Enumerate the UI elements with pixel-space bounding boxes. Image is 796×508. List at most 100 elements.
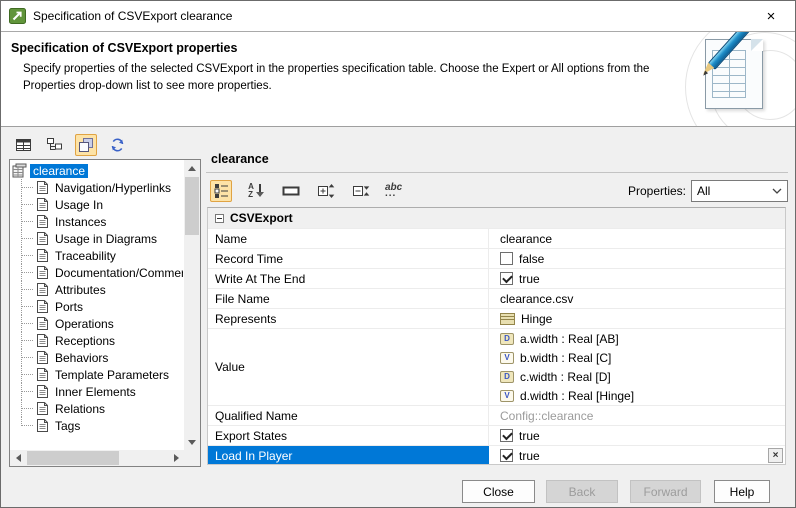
divider [206,172,788,173]
tree-item-label: Template Parameters [55,367,170,382]
page-node-icon [37,215,48,228]
property-row-represents: Represents Hinge [208,309,785,329]
value-list-item[interactable]: V d.width : Real [Hinge] [500,386,634,405]
tree-item[interactable]: Template Parameters [12,366,183,383]
property-value: true [519,428,540,443]
tree-item[interactable]: Usage In [12,196,183,213]
table-view-icon[interactable] [13,134,35,156]
description-area-icon[interactable] [280,180,302,202]
page-node-icon [37,351,48,364]
value-list-item[interactable]: D c.width : Real [D] [500,367,611,386]
tree-item[interactable]: Documentation/Commer [12,264,183,281]
value-item-text: c.width : Real [D] [520,369,611,384]
checkbox[interactable] [500,272,513,285]
block-element-icon [500,312,515,325]
property-label: Load In Player [208,446,489,464]
tree-toolbar [13,131,128,158]
page-node-icon [37,300,48,313]
collapse-nodes-icon[interactable] [350,180,372,202]
scroll-right-icon[interactable] [168,450,184,466]
page-node-icon [37,249,48,262]
tree-item[interactable]: Instances [12,213,183,230]
tree-horizontal-scrollbar[interactable] [10,450,184,466]
element-tree: clearance Navigation/Hyperlinks Usage In… [12,162,183,449]
page-node-icon [37,283,48,296]
value-property-icon: V [500,351,514,364]
tree-item-label: Tags [55,418,81,433]
property-value-cell: true [489,269,785,288]
page-node-icon [37,419,48,432]
property-value: Hinge [521,311,553,326]
tree-item[interactable]: Usage in Diagrams [12,230,183,247]
tree-item[interactable]: Navigation/Hyperlinks [12,179,183,196]
page-node-icon [37,181,48,194]
collapse-group-icon[interactable] [215,213,224,223]
tree-item-label: Documentation/Commer [55,265,183,280]
show-full-names-icon[interactable]: abc ... [385,180,407,202]
close-button[interactable]: Close [462,480,535,503]
help-button[interactable]: Help [714,480,770,503]
expand-nodes-icon[interactable] [315,180,337,202]
tree-item-label: Operations [55,316,114,331]
tree-view-icon[interactable] [44,134,66,156]
value-list-item[interactable]: V b.width : Real [C] [500,348,611,367]
value-item-text: d.width : Real [Hinge] [520,388,635,403]
value-list-item[interactable]: D a.width : Real [AB] [500,329,619,348]
tree-item[interactable]: Behaviors [12,349,183,366]
property-row-file-name: File Name clearance.csv [208,289,785,309]
window-title: Specification of CSVExport clearance [33,9,233,23]
tree-item[interactable]: Attributes [12,281,183,298]
property-row-record-time: Record Time false [208,249,785,269]
specification-dialog: Specification of CSVExport clearance × S… [0,0,796,508]
checkbox[interactable] [500,449,513,462]
property-value: false [519,251,545,266]
close-icon[interactable]: × [755,1,787,31]
reset-value-icon[interactable]: × [768,448,783,463]
page-node-icon [37,334,48,347]
forward-button: Forward [630,480,701,503]
tree-item[interactable]: Traceability [12,247,183,264]
checkbox[interactable] [500,252,513,265]
tree-item[interactable]: Relations [12,400,183,417]
property-value-cell[interactable]: clearance [489,229,785,248]
scroll-left-icon[interactable] [10,450,26,466]
tree-item[interactable]: Receptions [12,332,183,349]
tree-item-label: Usage In [55,197,104,212]
scrollbar-thumb[interactable] [185,177,199,235]
page-node-icon [37,232,48,245]
page-node-icon [37,317,48,330]
scroll-down-icon[interactable] [184,434,200,450]
property-row-qualified-name: Qualified Name Config::clearance [208,406,785,426]
property-value-cell[interactable]: D a.width : Real [AB] V b.width : Real [… [489,329,785,405]
header-description-line2: Properties drop-down list to see more pr… [23,80,272,93]
selected-element-title: clearance [211,152,269,166]
scroll-up-icon[interactable] [184,160,200,176]
sort-alphabetically-icon[interactable]: A Z [245,180,267,202]
properties-filter: Properties: All [628,180,788,202]
property-value-cell[interactable]: Hinge [489,309,785,328]
standard-mode-icon[interactable] [75,133,97,156]
header-description-line1: Specify properties of the selected CSVEx… [23,63,650,75]
properties-filter-dropdown[interactable]: All [691,180,788,202]
property-value-cell[interactable]: clearance.csv [489,289,785,308]
refresh-icon[interactable] [106,134,128,156]
tree-item[interactable]: Ports [12,298,183,315]
tree-item[interactable]: Operations [12,315,183,332]
tree-item[interactable]: Inner Elements [12,383,183,400]
page-node-icon [37,385,48,398]
tree-item-clearance[interactable]: clearance [12,162,183,179]
scrollbar-thumb[interactable] [27,451,119,465]
property-label: Export States [208,426,489,445]
property-value-cell: Config::clearance [489,406,785,425]
dialog-header: Specification of CSVExport properties Sp… [1,32,795,127]
categorized-view-icon[interactable] [210,179,232,202]
tree-item[interactable]: Tags [12,417,183,434]
property-row-load-in-player[interactable]: Load In Player true × [208,446,785,464]
page-node-icon [37,266,48,279]
page-fold [751,39,763,51]
group-row-csvexport[interactable]: CSVExport [208,208,785,229]
tree-vertical-scrollbar[interactable] [184,160,200,450]
value-item-text: b.width : Real [C] [520,350,612,365]
checkbox[interactable] [500,429,513,442]
derived-property-icon: D [500,332,514,345]
